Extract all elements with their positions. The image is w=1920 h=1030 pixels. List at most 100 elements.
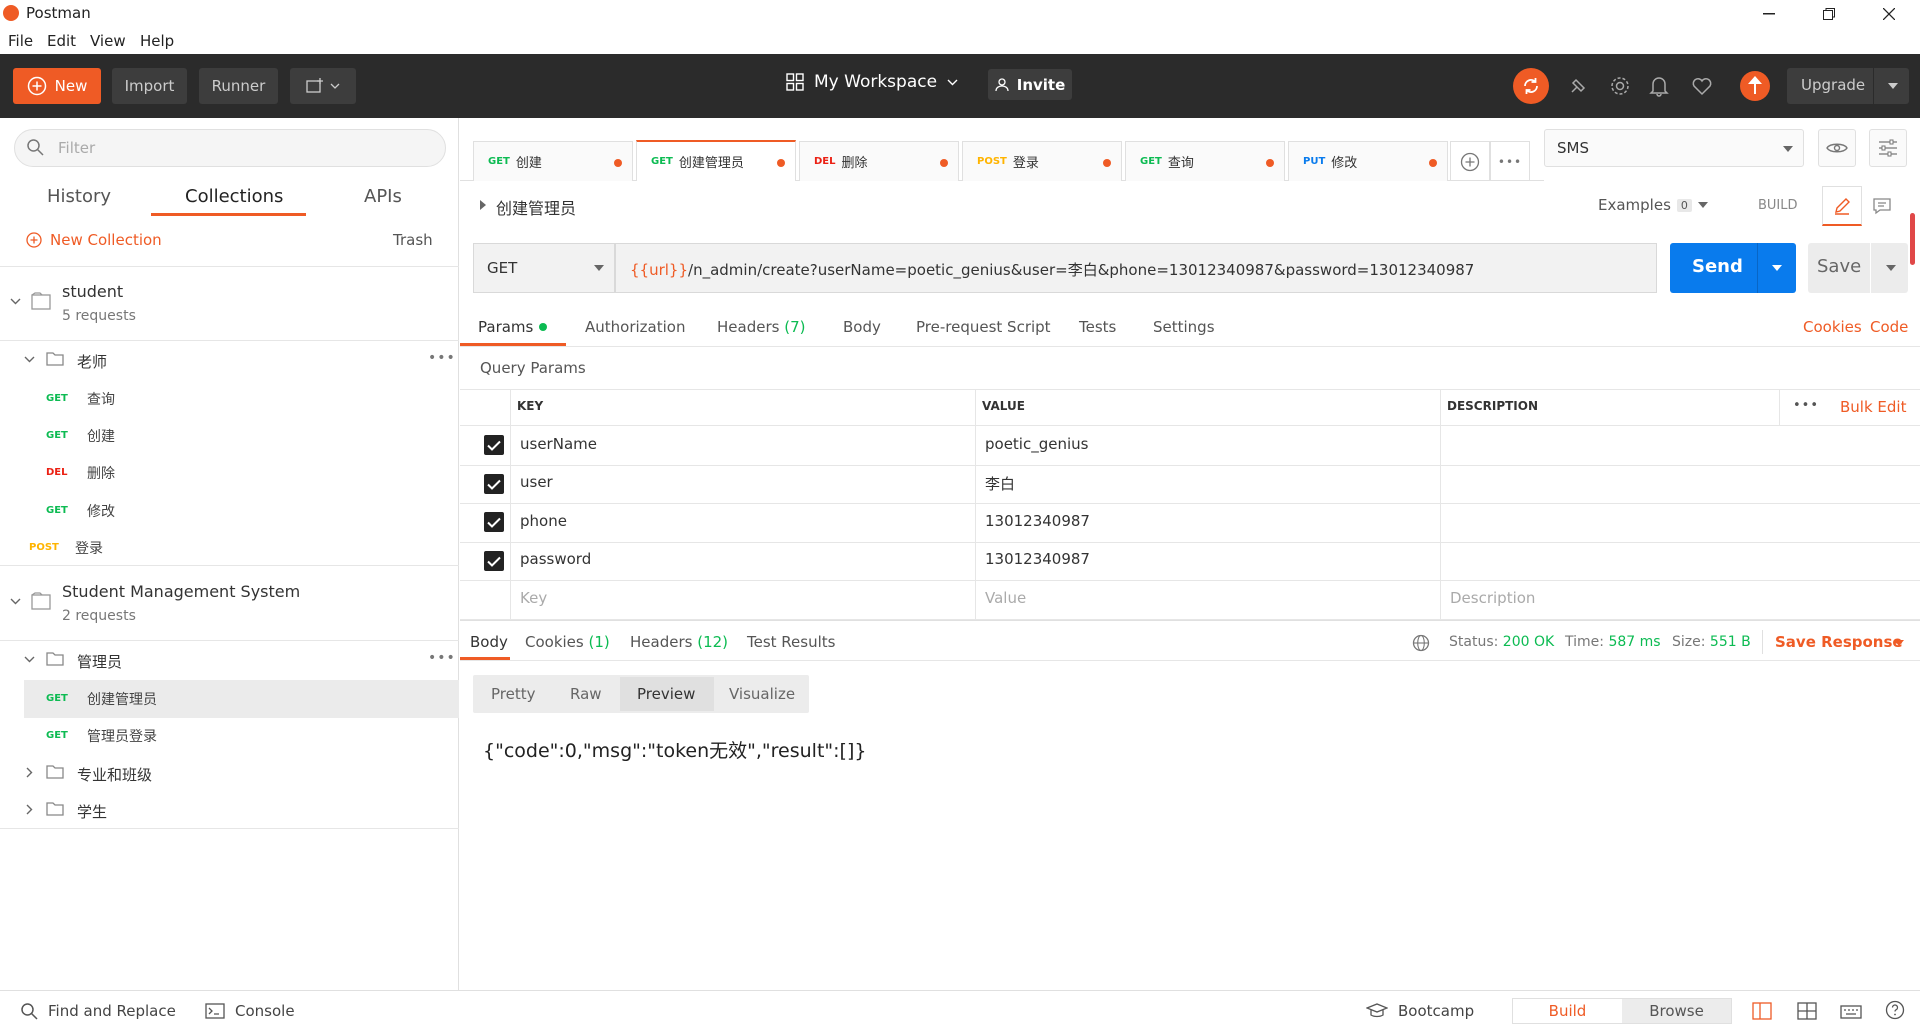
- tab-history[interactable]: History: [47, 186, 111, 207]
- avatar[interactable]: [1740, 71, 1770, 101]
- bootcamp-button[interactable]: Bootcamp: [1366, 1002, 1474, 1020]
- tab-settings[interactable]: Settings: [1153, 318, 1215, 336]
- chevron-right-icon[interactable]: [26, 804, 33, 815]
- response-tab-body[interactable]: Body: [470, 633, 508, 651]
- request-tab[interactable]: GET 查询: [1125, 141, 1285, 181]
- tab-params[interactable]: Params: [478, 318, 548, 336]
- folder-name[interactable]: 学生: [77, 801, 107, 822]
- restore-icon[interactable]: [1806, 0, 1852, 28]
- menu-view[interactable]: View: [90, 32, 126, 50]
- two-pane-icon[interactable]: [1752, 1002, 1772, 1020]
- request-item[interactable]: 管理员登录: [87, 726, 157, 746]
- import-button[interactable]: Import: [112, 68, 187, 104]
- request-tab[interactable]: POST 登录: [962, 141, 1122, 181]
- method-select[interactable]: GET: [473, 243, 615, 293]
- chevron-down-icon[interactable]: [24, 356, 35, 363]
- param-key[interactable]: phone: [520, 512, 567, 530]
- request-item[interactable]: 删除: [87, 463, 115, 483]
- request-item[interactable]: 查询: [87, 389, 115, 409]
- gear-icon[interactable]: [1608, 74, 1632, 98]
- menu-file[interactable]: File: [8, 32, 33, 50]
- save-response-button[interactable]: Save Response: [1775, 633, 1903, 651]
- tab-prerequest-script[interactable]: Pre-request Script: [916, 318, 1051, 336]
- sliders-icon[interactable]: [1869, 129, 1907, 167]
- caret-down-icon[interactable]: [1894, 640, 1904, 646]
- globe-icon[interactable]: [1412, 634, 1430, 652]
- tab-tests[interactable]: Tests: [1079, 318, 1116, 336]
- environment-select[interactable]: SMS: [1544, 129, 1804, 167]
- sync-icon[interactable]: [1513, 68, 1549, 104]
- caret-down-icon[interactable]: [1886, 265, 1896, 271]
- tab-authorization[interactable]: Authorization: [585, 318, 685, 336]
- more-icon[interactable]: •••: [428, 650, 456, 666]
- format-raw[interactable]: Raw: [570, 685, 602, 703]
- close-icon[interactable]: [1866, 0, 1912, 28]
- param-checkbox[interactable]: [484, 474, 504, 494]
- request-item[interactable]: 登录: [75, 538, 103, 558]
- url-input[interactable]: {{url}}/n_admin/create?userName=poetic_g…: [615, 243, 1657, 293]
- menu-help[interactable]: Help: [140, 32, 174, 50]
- request-tab[interactable]: PUT 修改: [1288, 141, 1448, 181]
- workspace-selector[interactable]: My Workspace: [786, 72, 958, 92]
- trash-link[interactable]: Trash: [393, 231, 433, 249]
- new-button[interactable]: New: [13, 68, 101, 104]
- request-tab[interactable]: DEL 删除: [799, 141, 959, 181]
- find-replace-button[interactable]: Find and Replace: [20, 1002, 176, 1020]
- build-mode-button[interactable]: Build: [1513, 999, 1622, 1023]
- collection-name[interactable]: Student Management System: [62, 582, 300, 601]
- bulk-edit-link[interactable]: Bulk Edit: [1840, 398, 1906, 416]
- request-item[interactable]: 创建: [87, 426, 115, 446]
- request-item[interactable]: 创建管理员: [87, 689, 157, 709]
- code-link[interactable]: Code: [1870, 318, 1908, 336]
- runner-button[interactable]: Runner: [199, 68, 278, 104]
- response-tab-headers[interactable]: Headers (12): [630, 633, 728, 651]
- invite-button[interactable]: Invite: [988, 69, 1072, 100]
- param-checkbox[interactable]: [484, 435, 504, 455]
- new-key-input[interactable]: Key: [520, 589, 547, 607]
- tab-collections[interactable]: Collections: [185, 186, 283, 207]
- folder-name[interactable]: 专业和班级: [77, 764, 152, 785]
- response-tab-test-results[interactable]: Test Results: [747, 633, 835, 651]
- param-key[interactable]: password: [520, 550, 591, 568]
- new-description-input[interactable]: Description: [1450, 589, 1535, 607]
- more-icon[interactable]: •••: [1793, 398, 1819, 413]
- tab-body[interactable]: Body: [843, 318, 881, 336]
- folder-name[interactable]: 老师: [77, 351, 107, 372]
- tab-headers[interactable]: Headers (7): [717, 318, 805, 336]
- format-preview[interactable]: Preview: [637, 685, 695, 703]
- param-checkbox[interactable]: [484, 512, 504, 532]
- chevron-down-icon[interactable]: [24, 656, 35, 663]
- comment-icon[interactable]: [1862, 186, 1902, 226]
- caret-down-icon[interactable]: [1772, 265, 1782, 271]
- format-visualize[interactable]: Visualize: [729, 685, 795, 703]
- caret-right-icon[interactable]: [480, 200, 486, 210]
- new-value-input[interactable]: Value: [985, 589, 1026, 607]
- param-checkbox[interactable]: [484, 551, 504, 571]
- minimize-icon[interactable]: [1746, 0, 1792, 28]
- collection-name[interactable]: student: [62, 282, 123, 301]
- bell-icon[interactable]: [1647, 74, 1671, 98]
- edit-icon[interactable]: [1822, 186, 1862, 226]
- request-title[interactable]: 创建管理员: [496, 195, 576, 219]
- keyboard-icon[interactable]: [1840, 1001, 1862, 1019]
- param-key[interactable]: user: [520, 473, 553, 491]
- param-value[interactable]: 13012340987: [985, 550, 1090, 568]
- satellite-icon[interactable]: [1566, 74, 1590, 98]
- more-icon[interactable]: •••: [428, 350, 456, 366]
- help-icon[interactable]: [1885, 1000, 1905, 1020]
- folder-name[interactable]: 管理员: [77, 651, 122, 672]
- response-tab-cookies[interactable]: Cookies (1): [525, 633, 610, 651]
- chevron-down-icon[interactable]: [10, 298, 21, 305]
- format-pretty[interactable]: Pretty: [491, 685, 536, 703]
- eye-icon[interactable]: [1818, 129, 1856, 167]
- request-item[interactable]: 修改: [87, 501, 115, 521]
- scrollbar[interactable]: [1910, 213, 1915, 265]
- request-tab[interactable]: GET 创建: [473, 141, 633, 181]
- upgrade-button[interactable]: Upgrade: [1787, 68, 1909, 104]
- chevron-right-icon[interactable]: [26, 767, 33, 778]
- param-value[interactable]: 李白: [985, 473, 1015, 494]
- console-button[interactable]: Console: [205, 1002, 295, 1020]
- new-collection-button[interactable]: New Collection: [26, 231, 162, 249]
- tab-apis[interactable]: APIs: [364, 186, 402, 207]
- request-tab-active[interactable]: GET 创建管理员: [636, 140, 796, 181]
